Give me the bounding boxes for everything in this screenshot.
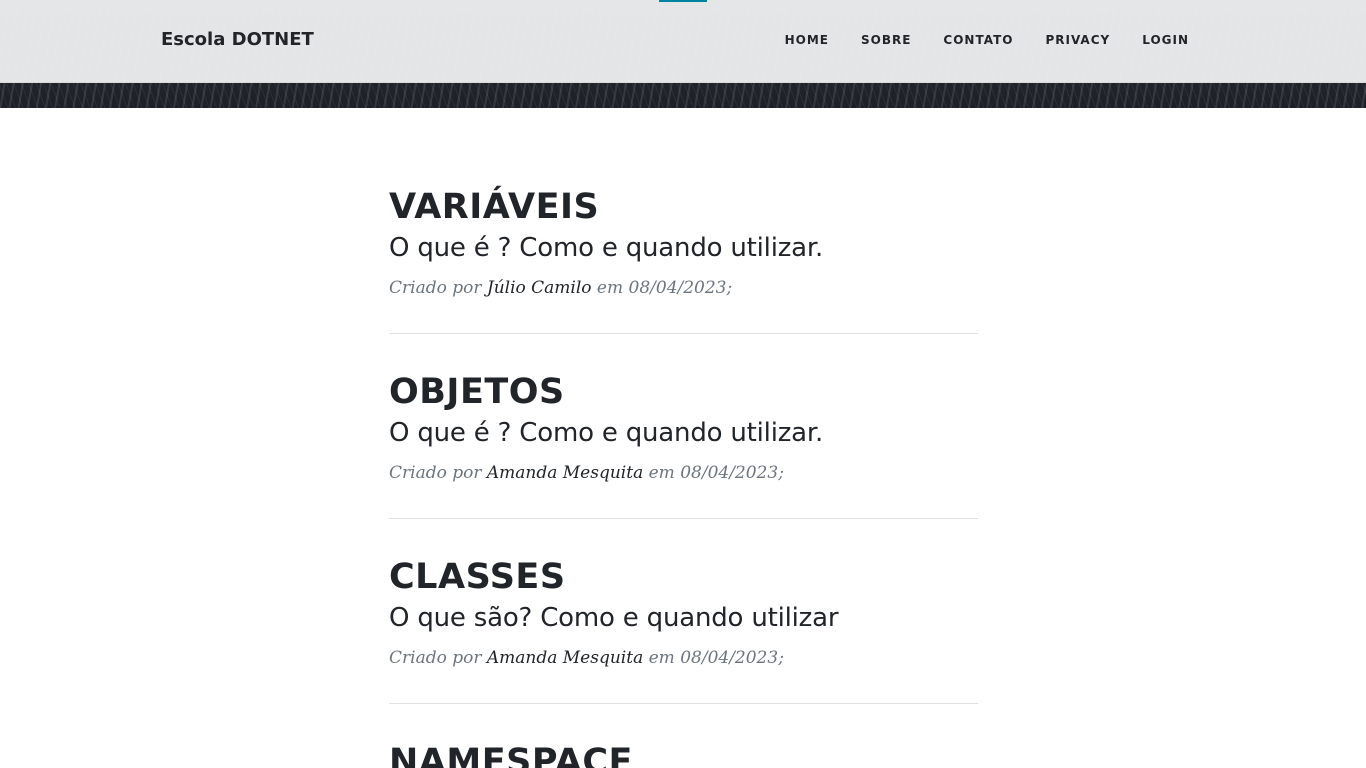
post-meta: Criado por Amanda Mesquita em 08/04/2023… [389, 647, 978, 669]
meta-suffix: em 08/04/2023; [643, 648, 784, 668]
meta-prefix: Criado por [389, 463, 487, 483]
post-subtitle[interactable]: O que é ? Como e quando utilizar. [389, 416, 978, 450]
post-subtitle[interactable]: O que são? Como e quando utilizar [389, 601, 978, 635]
meta-suffix: em 08/04/2023; [591, 278, 733, 298]
post-title[interactable]: NAMESPACE [389, 738, 978, 768]
divider [389, 703, 978, 704]
post-author-link[interactable]: Júlio Camilo [487, 278, 592, 298]
top-accent-bar [659, 0, 707, 2]
post-author-link[interactable]: Amanda Mesquita [487, 648, 643, 668]
post-subtitle[interactable]: O que é ? Como e quando utilizar. [389, 231, 978, 265]
post-title[interactable]: CLASSES [389, 553, 978, 601]
post-title[interactable]: VARIÁVEIS [389, 183, 978, 231]
post-meta: Criado por Júlio Camilo em 08/04/2023; [389, 277, 978, 299]
nav-login[interactable]: LOGIN [1142, 33, 1189, 47]
post-preview[interactable]: VARIÁVEIS O que é ? Como e quando utiliz… [389, 183, 978, 299]
post-author-link[interactable]: Amanda Mesquita [487, 463, 643, 483]
nav-privacy[interactable]: PRIVACY [1045, 33, 1110, 47]
brand-link[interactable]: Escola DOTNET [161, 29, 314, 50]
post-title[interactable]: OBJETOS [389, 368, 978, 416]
post-preview[interactable]: NAMESPACE [389, 738, 978, 768]
nav-home[interactable]: HOME [785, 33, 829, 47]
post-preview[interactable]: OBJETOS O que é ? Como e quando utilizar… [389, 368, 978, 484]
post-meta: Criado por Amanda Mesquita em 08/04/2023… [389, 462, 978, 484]
meta-prefix: Criado por [389, 648, 487, 668]
post-preview[interactable]: CLASSES O que são? Como e quando utiliza… [389, 553, 978, 669]
divider [389, 518, 978, 519]
nav-contato[interactable]: CONTATO [943, 33, 1013, 47]
nav-menu: HOME SOBRE CONTATO PRIVACY LOGIN [753, 33, 1189, 47]
nav-sobre[interactable]: SOBRE [861, 33, 911, 47]
post-list: VARIÁVEIS O que é ? Como e quando utiliz… [389, 183, 978, 768]
meta-suffix: em 08/04/2023; [643, 463, 784, 483]
navbar: Escola DOTNET HOME SOBRE CONTATO PRIVACY… [0, 0, 1366, 83]
meta-prefix: Criado por [389, 278, 487, 298]
divider [389, 333, 978, 334]
